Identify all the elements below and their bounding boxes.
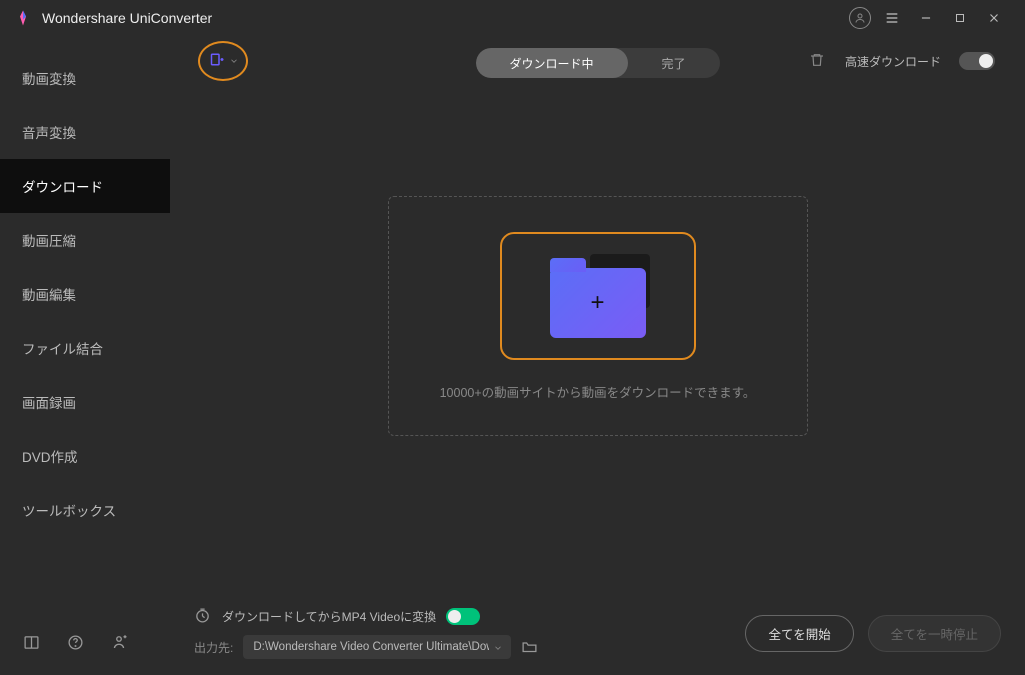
sidebar-item-video-convert[interactable]: 動画変換: [0, 51, 170, 105]
help-icon[interactable]: [66, 633, 84, 651]
main-area: ダウンロード中 完了 高速ダウンロード + 10000+の動画サイトから動画をダ…: [170, 36, 1025, 634]
tab-done[interactable]: 完了: [628, 48, 720, 78]
sidebar-item-record[interactable]: 画面録画: [0, 375, 170, 429]
bottom-bar: ダウンロードしてからMP4 Videoに変換 出力先: 全てを開始 全てを一時停…: [170, 595, 1025, 675]
tab-downloading[interactable]: ダウンロード中: [475, 48, 627, 78]
menu-button[interactable]: [875, 0, 909, 36]
sidebar: 動画変換 音声変換 ダウンロード 動画圧縮 動画編集 ファイル結合 画面録画 D…: [0, 36, 170, 634]
sidebar-footer: [22, 633, 128, 651]
schedule-icon[interactable]: [194, 607, 212, 625]
account-button[interactable]: [849, 7, 871, 29]
app-title: Wondershare UniConverter: [42, 10, 849, 26]
app-logo: [14, 9, 32, 27]
sidebar-item-audio-convert[interactable]: 音声変換: [0, 105, 170, 159]
status-tabs: ダウンロード中 完了: [475, 48, 719, 78]
drop-hint-text: 10000+の動画サイトから動画をダウンロードできます。: [440, 382, 756, 401]
sidebar-item-dvd[interactable]: DVD作成: [0, 429, 170, 483]
chevron-down-icon: [493, 640, 503, 658]
speed-download-label: 高速ダウンロード: [845, 53, 941, 70]
open-folder-button[interactable]: [521, 638, 539, 656]
plus-icon: +: [590, 289, 604, 317]
speed-download-toggle[interactable]: [959, 52, 995, 70]
folder-icon: +: [550, 268, 646, 338]
chevron-down-icon: [229, 56, 239, 66]
minimize-button[interactable]: [909, 0, 943, 36]
add-folder-button[interactable]: +: [500, 232, 696, 360]
output-label: 出力先:: [194, 639, 233, 656]
convert-after-toggle[interactable]: [446, 608, 480, 625]
titlebar: Wondershare UniConverter: [0, 0, 1025, 36]
topbar: ダウンロード中 完了 高速ダウンロード: [170, 36, 1025, 86]
sidebar-item-merge[interactable]: ファイル結合: [0, 321, 170, 375]
output-path-select[interactable]: [243, 635, 511, 659]
sidebar-item-download[interactable]: ダウンロード: [0, 159, 170, 213]
pause-all-button: 全てを一時停止: [868, 615, 1001, 652]
sidebar-item-edit[interactable]: 動画編集: [0, 267, 170, 321]
close-button[interactable]: [977, 0, 1011, 36]
convert-after-label: ダウンロードしてからMP4 Videoに変換: [222, 608, 436, 625]
library-icon[interactable]: [22, 633, 40, 651]
add-url-button[interactable]: [198, 41, 248, 81]
dropzone: + 10000+の動画サイトから動画をダウンロードできます。: [388, 196, 808, 436]
sidebar-item-compress[interactable]: 動画圧縮: [0, 213, 170, 267]
trash-button[interactable]: [809, 52, 827, 70]
contact-icon[interactable]: [110, 633, 128, 651]
start-all-button[interactable]: 全てを開始: [745, 615, 853, 652]
maximize-button[interactable]: [943, 0, 977, 36]
sidebar-item-toolbox[interactable]: ツールボックス: [0, 483, 170, 537]
